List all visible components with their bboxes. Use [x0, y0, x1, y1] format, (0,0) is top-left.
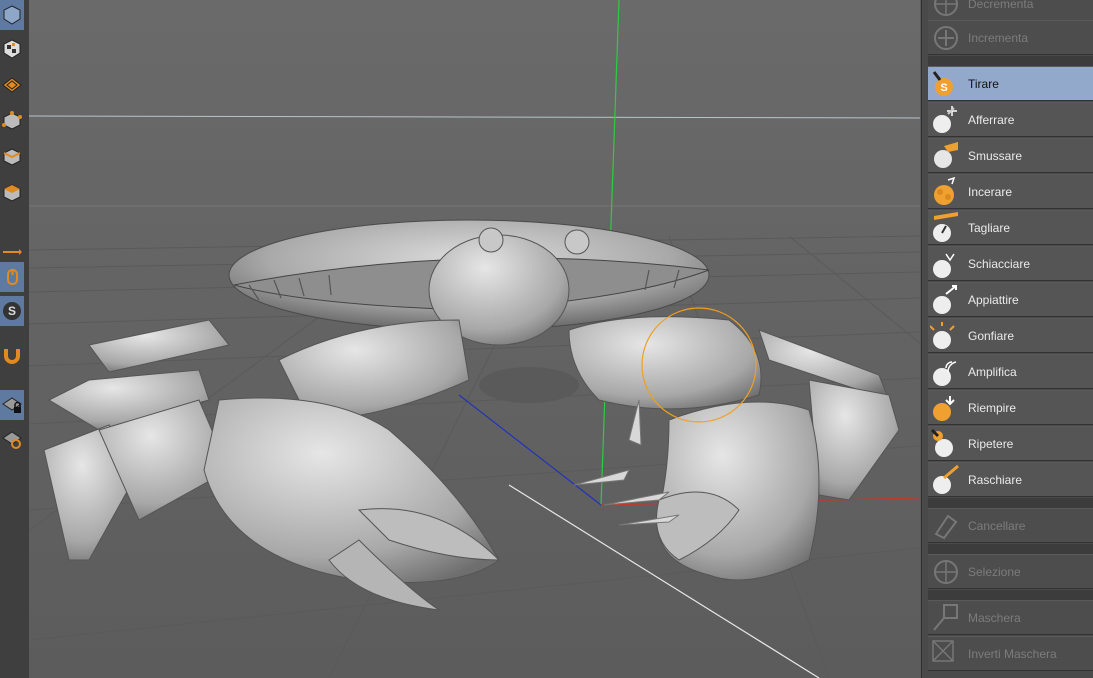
flatten-cut-brush-icon	[930, 211, 962, 244]
panel-separator	[928, 56, 1093, 66]
pull-brush-icon: S	[930, 68, 962, 100]
wax-brush-icon	[930, 176, 962, 208]
tool-label: Ripetere	[968, 436, 1014, 451]
tool-maschera[interactable]: Maschera	[928, 600, 1093, 635]
lock-grid-icon[interactable]	[0, 390, 24, 420]
tool-label: Incerare	[968, 184, 1013, 199]
mask-icon	[930, 602, 962, 634]
decrement-icon	[930, 0, 962, 20]
sculpt-s-icon[interactable]: S	[0, 296, 24, 326]
tool-label: Tagliare	[968, 220, 1011, 235]
tool-label: Afferrare	[968, 112, 1015, 127]
tool-cancellare[interactable]: Cancellare	[928, 508, 1093, 543]
refresh-grid-icon[interactable]	[0, 424, 24, 454]
tool-label: Tirare	[968, 76, 999, 91]
tool-label: Gonfiare	[968, 328, 1015, 343]
tool-label: Schiacciare	[968, 256, 1031, 271]
checker-material-icon[interactable]	[0, 34, 24, 64]
select-icon	[930, 556, 962, 588]
tool-label: Amplifica	[968, 364, 1017, 379]
tool-incerare[interactable]: Incerare	[928, 174, 1093, 209]
tool-label: Selezione	[968, 564, 1021, 579]
tool-afferrare[interactable]: Afferrare	[928, 102, 1093, 137]
fill-brush-icon	[930, 392, 962, 424]
tool-label: Decrementa	[968, 0, 1034, 11]
polygons-mode-icon[interactable]	[0, 178, 24, 208]
repeat-brush-icon	[930, 428, 962, 460]
tool-label: Maschera	[968, 610, 1021, 625]
svg-text:S: S	[940, 82, 947, 94]
left-toolbar: S	[0, 0, 30, 678]
tool-riempire[interactable]: Riempire	[928, 390, 1093, 425]
3d-viewport[interactable]	[29, 0, 920, 678]
tool-label: Riempire	[968, 400, 1017, 415]
magnet-icon[interactable]	[0, 340, 24, 370]
tool-amplifica[interactable]: Amplifica	[928, 354, 1093, 389]
points-mode-icon[interactable]	[0, 106, 24, 136]
tool-label: Inverti Maschera	[968, 646, 1057, 661]
axis-arrow-icon[interactable]	[0, 232, 24, 262]
pinch-brush-icon	[930, 248, 962, 280]
tool-schiacciare[interactable]: Schiacciare	[928, 246, 1093, 281]
svg-text:S: S	[8, 304, 16, 318]
increment-icon	[930, 22, 962, 54]
tool-raschiare[interactable]: Raschiare	[928, 462, 1093, 497]
tool-decrementa[interactable]: Decrementa	[928, 0, 1093, 21]
tool-gonfiare[interactable]: Gonfiare	[928, 318, 1093, 353]
tool-label: Cancellare	[968, 518, 1026, 533]
tool-tagliare[interactable]: Tagliare	[928, 210, 1093, 245]
edges-mode-icon[interactable]	[0, 142, 24, 172]
tool-label: Incrementa	[968, 30, 1029, 45]
cube-icon[interactable]	[0, 0, 24, 30]
tool-incrementa[interactable]: Incrementa	[928, 20, 1093, 55]
invert-mask-icon	[930, 638, 962, 670]
amplify-brush-icon	[930, 356, 962, 388]
smooth-brush-icon	[930, 140, 962, 172]
mouse-icon[interactable]	[0, 262, 24, 292]
tool-ripetere[interactable]: Ripetere	[928, 426, 1093, 461]
grab-brush-icon	[930, 104, 962, 136]
erase-icon	[930, 510, 962, 542]
scrape-brush-icon	[930, 464, 962, 496]
tool-label: Raschiare	[968, 472, 1023, 487]
sculpt-tools-panel: Decrementa Incrementa S Tirare Afferrare Smus…	[921, 0, 1093, 678]
panel-separator	[928, 498, 1093, 508]
tool-appiattire[interactable]: Appiattire	[928, 282, 1093, 317]
tool-smussare[interactable]: Smussare	[928, 138, 1093, 173]
flatten-brush-icon	[930, 284, 962, 316]
panel-separator	[928, 590, 1093, 600]
tool-label: Smussare	[968, 148, 1023, 163]
tool-tirare[interactable]: S Tirare	[928, 66, 1093, 101]
tool-inverti-maschera[interactable]: Inverti Maschera	[928, 636, 1093, 671]
inflate-brush-icon	[929, 320, 962, 352]
panel-separator	[928, 544, 1093, 554]
texture-mode-icon[interactable]	[0, 70, 24, 100]
tool-selezione[interactable]: Selezione	[928, 554, 1093, 589]
tool-label: Appiattire	[968, 292, 1019, 307]
